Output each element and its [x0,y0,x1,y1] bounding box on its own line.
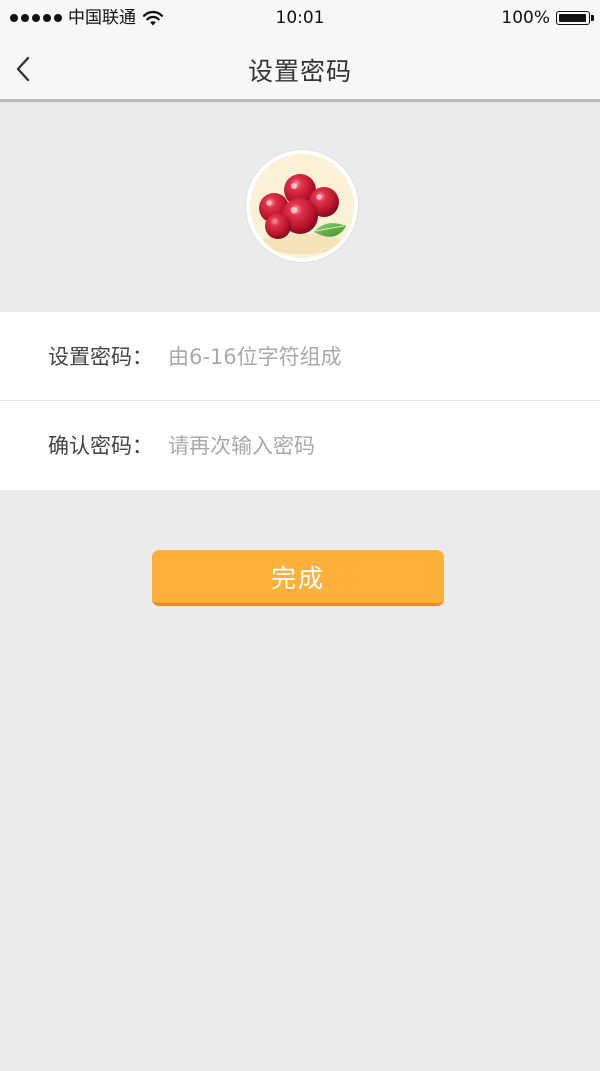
set-password-screen: 中国联通 10:01 100% 设置密码 设置密码： 确认密码： 完成 [0,0,600,1071]
battery-fill [559,14,586,22]
battery-cap [591,15,594,21]
password-input[interactable] [168,340,568,374]
password-form: 设置密码： 确认密码： [0,312,600,490]
cherry-image [250,154,354,258]
navigation-bar: 设置密码 [0,36,600,102]
password-row: 设置密码： [0,312,600,401]
avatar[interactable] [246,150,358,262]
status-right: 100% [501,7,594,29]
battery-icon [556,11,594,25]
battery-percentage: 100% [501,8,550,28]
status-bar: 中国联通 10:01 100% [0,0,600,36]
done-button[interactable]: 完成 [152,550,444,606]
confirm-password-input[interactable] [168,429,568,463]
password-label: 设置密码： [48,345,153,369]
confirm-password-row: 确认密码： [0,401,600,490]
page-title: 设置密码 [247,57,352,86]
confirm-password-label: 确认密码： [48,434,153,458]
cherry-fruit-avatar [250,154,354,258]
